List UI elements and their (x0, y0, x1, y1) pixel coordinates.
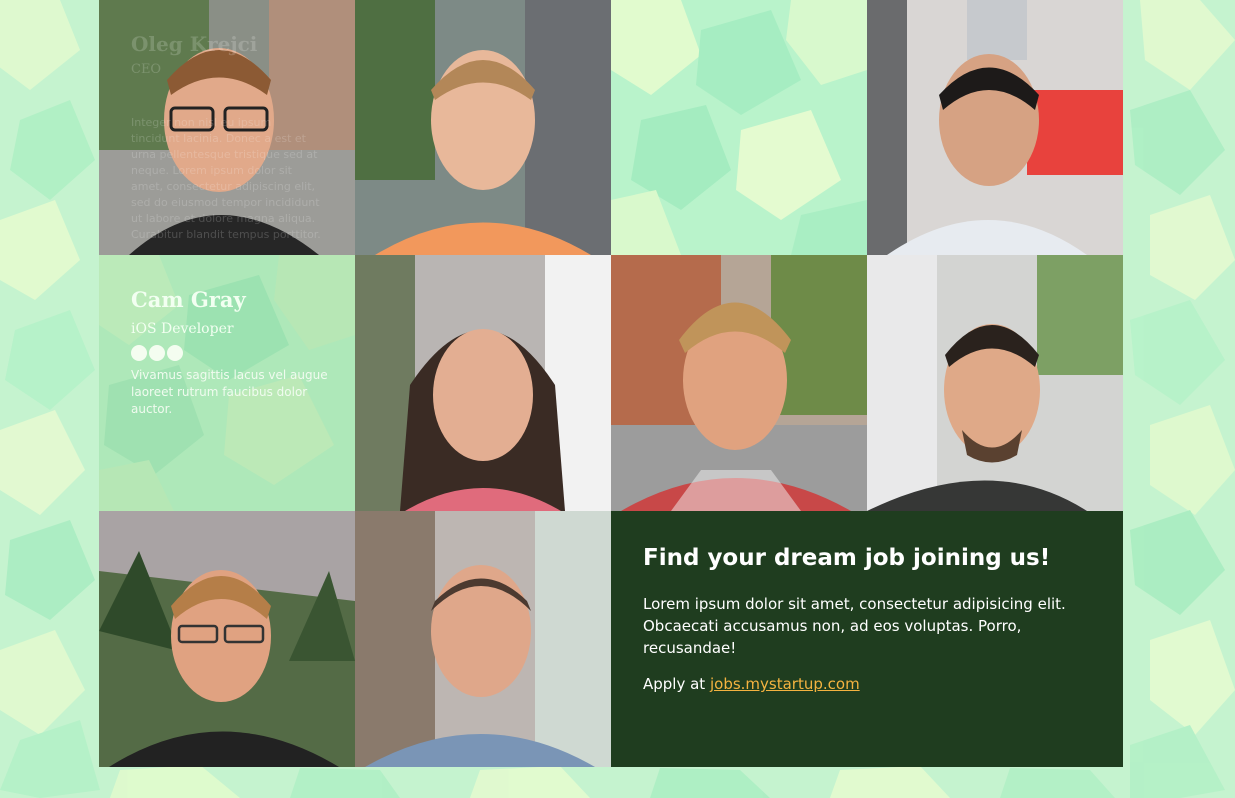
photo-image (99, 511, 355, 767)
member-name: Cam Gray (131, 287, 246, 312)
member-card[interactable]: Cam Gray iOS Developer Vivamus sagittis … (99, 255, 355, 511)
member-role: CEO (131, 62, 162, 77)
team-grid: Oleg Krejci CEO Integer non nisl eu ipsu… (99, 0, 1123, 767)
apply-line: Apply at jobs.mystartup.com (643, 675, 1091, 693)
photo-image (355, 255, 611, 511)
photo-image (611, 255, 867, 511)
social-links (131, 345, 331, 361)
pattern-tile (611, 0, 867, 255)
join-title: Find your dream job joining us! (643, 545, 1051, 571)
team-photo-7[interactable] (99, 511, 355, 767)
join-text: Lorem ipsum dolor sit amet, consectetur … (643, 595, 1066, 657)
social-dot-icon[interactable] (131, 345, 147, 361)
team-photo-5[interactable] (611, 255, 867, 511)
team-photo-3[interactable] (867, 0, 1123, 255)
photo-image (355, 0, 611, 255)
social-dot-icon[interactable] (167, 345, 183, 361)
apply-prefix: Apply at (643, 675, 710, 693)
apply-link[interactable]: jobs.mystartup.com (710, 675, 860, 693)
member-role: iOS Developer (131, 321, 234, 337)
team-photo-6[interactable] (867, 255, 1123, 511)
team-photo-4[interactable] (355, 255, 611, 511)
member-info: Cam Gray iOS Developer Vivamus sagittis … (131, 287, 331, 418)
hexagon-pattern (611, 0, 867, 255)
photo-image (867, 255, 1123, 511)
member-bio: Integer non nisl eu ipsum tincidunt laci… (131, 116, 321, 241)
join-us-card: Find your dream job joining us! Lorem ip… (611, 511, 1123, 767)
member-overlay-faded: Oleg Krejci CEO Integer non nisl eu ipsu… (131, 32, 321, 243)
team-photo-1[interactable]: Oleg Krejci CEO Integer non nisl eu ipsu… (99, 0, 355, 255)
team-photo-2[interactable] (355, 0, 611, 255)
team-photo-8[interactable] (355, 511, 611, 767)
social-dot-icon[interactable] (149, 345, 165, 361)
photo-image (867, 0, 1123, 255)
member-name: Oleg Krejci (131, 32, 258, 56)
member-bio: Vivamus sagittis lacus vel augue laoreet… (131, 368, 328, 416)
photo-image (355, 511, 611, 767)
